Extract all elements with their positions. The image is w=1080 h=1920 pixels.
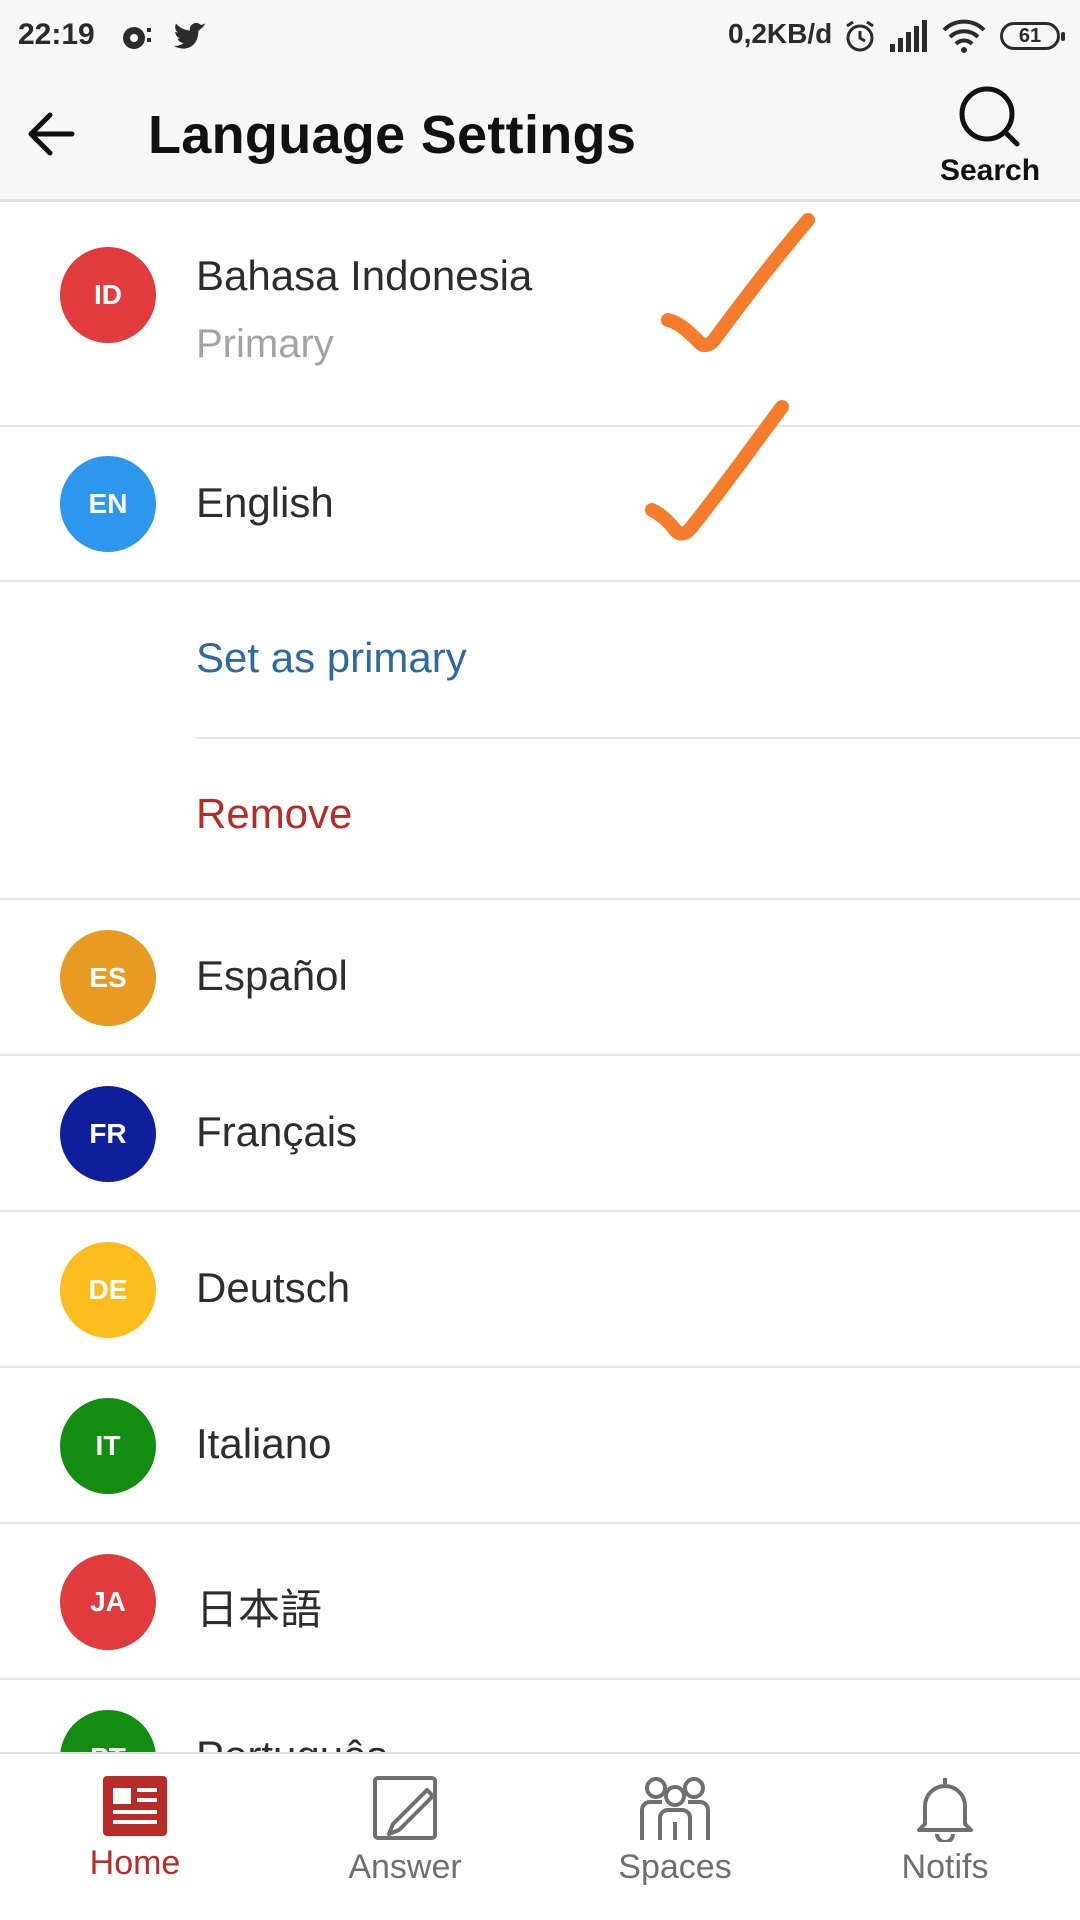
language-actions: Set as primary Remove — [0, 582, 1080, 900]
status-bar: 22:19 0,2KB/d 61 — [0, 0, 1080, 72]
nav-answer[interactable]: Answer — [305, 1774, 505, 1887]
nav-label: Home — [89, 1844, 181, 1882]
nav-label: Notifs — [901, 1848, 989, 1886]
language-name: Français — [196, 1108, 358, 1155]
language-list: ID Bahasa Indonesia Primary EN English S… — [0, 202, 1080, 1752]
nav-label: Spaces — [618, 1848, 732, 1886]
language-row-it[interactable]: IT Italiano — [0, 1368, 1080, 1524]
language-badge: IT — [60, 1398, 156, 1494]
page-title: Language Settings — [148, 105, 637, 165]
search-label: Search — [939, 154, 1041, 187]
language-badge: ES — [60, 930, 156, 1026]
back-arrow-icon — [28, 112, 75, 156]
remove-button[interactable]: Remove — [196, 790, 352, 838]
language-row-ja[interactable]: JA 日本語 — [0, 1524, 1080, 1680]
language-name: English — [196, 479, 334, 526]
bottom-navigation: Home Answer Spaces Notifs — [0, 1752, 1080, 1920]
language-row-de[interactable]: DE Deutsch — [0, 1212, 1080, 1368]
language-row-fr[interactable]: FR Français — [0, 1056, 1080, 1212]
language-name: 日本語 — [196, 1585, 323, 1634]
nav-notifs[interactable]: Notifs — [845, 1774, 1045, 1887]
language-badge: ID — [60, 247, 156, 343]
language-badge: FR — [60, 1086, 156, 1182]
network-speed: 0,2KB/d — [728, 18, 833, 49]
battery-indicator: 61 — [1000, 22, 1065, 50]
language-name: Deutsch — [196, 1264, 351, 1311]
search-icon — [959, 86, 1020, 147]
divider — [196, 737, 1080, 739]
alarm-icon — [842, 18, 878, 59]
pencil-square-icon — [373, 1776, 437, 1840]
language-row-pt[interactable]: PT Português — [0, 1680, 1080, 1752]
home-news-icon — [103, 1776, 167, 1836]
app-notification-icon — [118, 16, 158, 61]
language-name: Español — [196, 952, 348, 999]
nav-label: Answer — [348, 1848, 462, 1886]
set-as-primary-button[interactable]: Set as primary — [196, 634, 467, 682]
language-badge: DE — [60, 1242, 156, 1338]
top-app-bar: Language Settings Search — [0, 72, 1080, 202]
language-row-es[interactable]: ES Español — [0, 900, 1080, 1056]
bell-icon — [917, 1778, 973, 1842]
search-button[interactable]: Search — [920, 82, 1060, 194]
language-badge: PT — [60, 1710, 156, 1752]
wifi-icon — [942, 18, 986, 59]
language-name: Bahasa Indonesia — [196, 252, 533, 299]
nav-spaces[interactable]: Spaces — [575, 1774, 775, 1887]
language-badge: EN — [60, 456, 156, 552]
language-name: Português — [196, 1732, 387, 1752]
people-group-icon — [640, 1777, 710, 1840]
language-row-en[interactable]: EN English — [0, 427, 1080, 582]
language-name: Italiano — [196, 1420, 332, 1467]
twitter-icon — [170, 16, 210, 61]
signal-icon — [888, 20, 928, 57]
language-row-id[interactable]: ID Bahasa Indonesia Primary — [0, 202, 1080, 427]
nav-home[interactable]: Home — [35, 1774, 235, 1883]
back-button[interactable] — [20, 102, 84, 166]
language-badge: JA — [60, 1554, 156, 1650]
primary-label: Primary — [196, 322, 334, 366]
status-time: 22:19 — [18, 18, 95, 51]
